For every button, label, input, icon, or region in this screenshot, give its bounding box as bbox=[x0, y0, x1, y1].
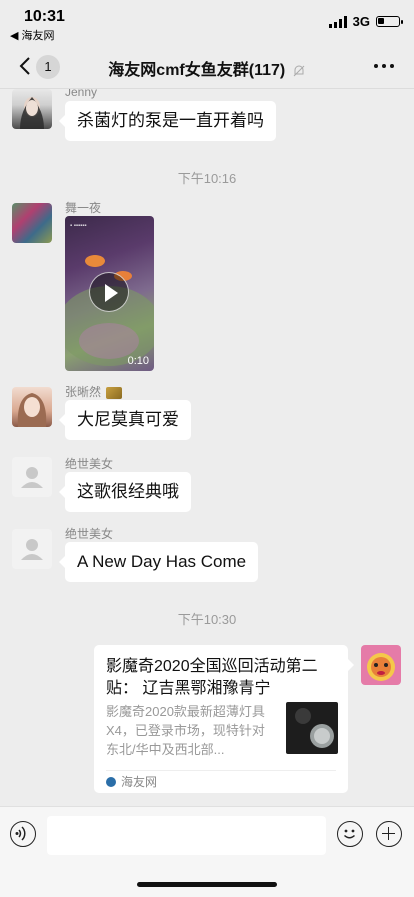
play-icon[interactable] bbox=[89, 272, 129, 312]
chat-title: 海友网cmf女鱼友群(117) bbox=[70, 56, 344, 80]
status-indicators: 3G bbox=[328, 14, 403, 29]
unread-count-badge[interactable]: 1 bbox=[36, 55, 60, 79]
sender-name: Jenny bbox=[65, 89, 98, 99]
bell-off-icon bbox=[293, 65, 305, 77]
message-bubble[interactable]: A New Day Has Come bbox=[58, 542, 259, 582]
back-to-app-link[interactable]: ◀ 海友网 bbox=[10, 27, 55, 43]
link-card-source-name: 海友网 bbox=[121, 775, 158, 789]
message-bubble[interactable]: 这歌很经典哦 bbox=[59, 472, 191, 512]
chat-messages[interactable]: Jenny 杀菌灯的泵是一直开着吗 下午10:16 舞一夜 ▪ ▪▪▪▪▪▪ 0… bbox=[0, 89, 414, 806]
link-card-title: 影魔奇2020全国巡回活动第二贴： 辽吉黑鄂湘豫青宁 bbox=[106, 658, 318, 697]
chevron-left-icon[interactable] bbox=[14, 54, 38, 78]
video-duration: 0:10 bbox=[127, 355, 149, 367]
message-input[interactable] bbox=[47, 816, 326, 855]
timestamp: 下午10:16 bbox=[177, 171, 237, 186]
source-logo-icon bbox=[106, 776, 116, 787]
link-card[interactable]: 影魔奇2020全国巡回活动第二贴： 辽吉黑鄂湘豫青宁 影魔奇2020款最新超薄灯… bbox=[94, 645, 354, 793]
avatar[interactable] bbox=[12, 529, 52, 569]
sender-name-text: 张晰然 bbox=[65, 385, 102, 399]
badge-icon bbox=[106, 386, 123, 399]
battery-icon bbox=[376, 16, 403, 27]
emoji-icon[interactable] bbox=[337, 821, 363, 847]
link-card-source: 海友网 bbox=[106, 773, 157, 790]
video-message[interactable]: ▪ ▪▪▪▪▪▪ 0:10 bbox=[65, 216, 154, 371]
voice-icon[interactable] bbox=[10, 821, 36, 847]
avatar[interactable] bbox=[12, 203, 52, 243]
sender-name: 绝世美女 bbox=[65, 457, 114, 471]
link-card-thumbnail bbox=[286, 702, 338, 754]
avatar[interactable] bbox=[12, 89, 52, 129]
status-bar: 10:31 ◀ 海友网 3G bbox=[0, 0, 414, 44]
message-bubble[interactable]: 杀菌灯的泵是一直开着吗 bbox=[59, 101, 276, 141]
chat-header: 1 海友网cmf女鱼友群(117) bbox=[0, 44, 414, 89]
more-icon[interactable] bbox=[374, 64, 394, 68]
avatar[interactable] bbox=[361, 645, 401, 685]
sender-name: 舞一夜 bbox=[65, 201, 102, 215]
status-time: 10:31 bbox=[24, 8, 65, 25]
link-card-description: 影魔奇2020款最新超薄灯具X4，已登录市场，现特针对东北/华中及西北部... bbox=[106, 704, 265, 757]
plus-icon[interactable] bbox=[376, 821, 402, 847]
home-indicator[interactable] bbox=[137, 882, 277, 887]
avatar[interactable] bbox=[12, 387, 52, 427]
avatar[interactable] bbox=[12, 457, 52, 497]
message-bubble[interactable]: 大尼莫真可爱 bbox=[59, 400, 191, 440]
signal-icon bbox=[328, 15, 347, 28]
timestamp: 下午10:30 bbox=[177, 612, 237, 627]
chat-title-text: 海友网cmf女鱼友群(117) bbox=[108, 62, 286, 79]
network-type: 3G bbox=[352, 14, 370, 29]
link-card-divider bbox=[106, 770, 336, 771]
sender-name: 绝世美女 bbox=[65, 527, 114, 541]
sender-name: 张晰然 bbox=[65, 383, 123, 400]
